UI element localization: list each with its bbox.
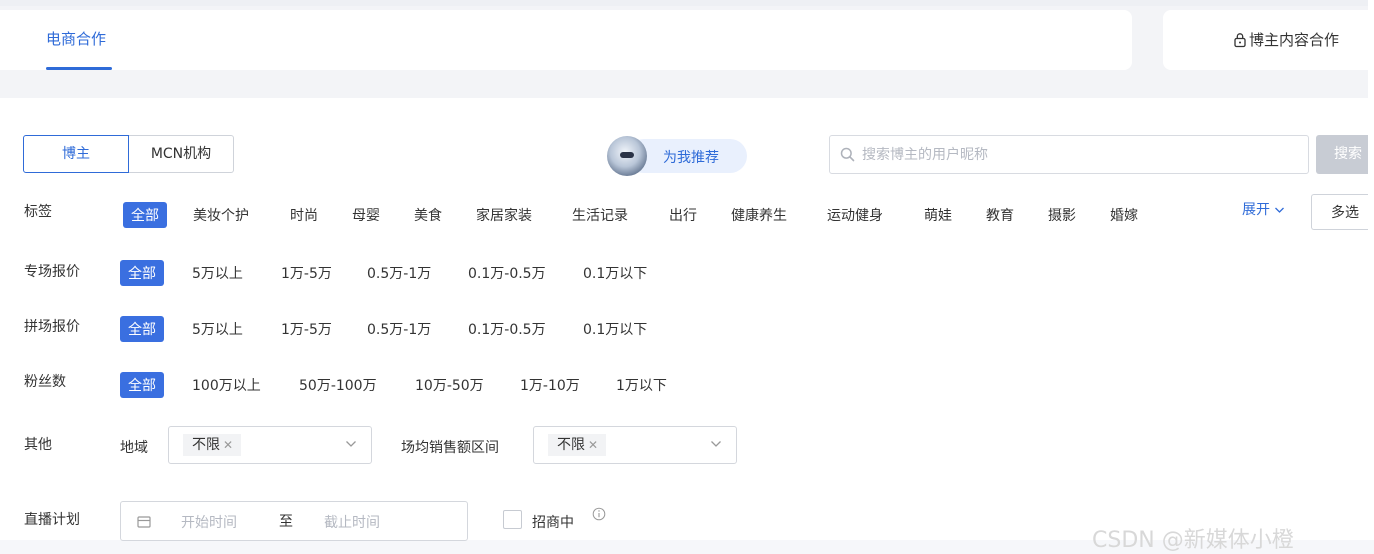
multi-select-button[interactable]: 多选 <box>1311 194 1368 230</box>
fans-option[interactable]: 1万以下 <box>616 375 667 395</box>
expand-toggle[interactable]: 展开 <box>1242 199 1285 219</box>
tag-option[interactable]: 萌娃 <box>924 205 952 225</box>
date-separator: 至 <box>279 514 293 530</box>
combined-price-option[interactable]: 0.1万-0.5万 <box>468 319 546 339</box>
combined-price-option[interactable]: 0.1万以下 <box>583 319 647 339</box>
segment-mcn[interactable]: MCN机构 <box>129 135 234 173</box>
tab-ecommerce[interactable]: 电商合作 <box>46 28 106 49</box>
tag-option[interactable]: 健康养生 <box>731 205 787 225</box>
recommend-label: 为我推荐 <box>663 150 719 166</box>
search-icon <box>840 147 855 162</box>
tag-option[interactable]: 运动健身 <box>827 205 883 225</box>
search-input[interactable] <box>862 136 1292 173</box>
tag-option[interactable]: 时尚 <box>290 205 318 225</box>
combined-price-option[interactable]: 0.5万-1万 <box>367 319 431 339</box>
chevron-down-icon <box>346 441 356 447</box>
end-date-field[interactable]: 截止时间 <box>324 512 380 532</box>
tab-creator-label: 博主内容合作 <box>1249 31 1340 49</box>
close-icon[interactable]: ✕ <box>223 438 233 452</box>
region-label: 地域 <box>120 440 148 456</box>
other-label: 其他 <box>24 437 52 453</box>
fans-option-all[interactable]: 全部 <box>120 372 164 398</box>
region-tag: 不限 ✕ <box>183 434 242 456</box>
fans-label: 粉丝数 <box>24 374 66 390</box>
start-date-field[interactable]: 开始时间 <box>181 512 237 532</box>
combined-price-option[interactable]: 5万以上 <box>192 319 243 339</box>
tag-option[interactable]: 教育 <box>986 205 1014 225</box>
tag-option[interactable]: 出行 <box>669 205 697 225</box>
search-button[interactable]: 搜索 <box>1316 135 1368 174</box>
sales-range-tag-label: 不限 <box>557 437 585 453</box>
watermark: CSDN @新媒体小橙 <box>1092 528 1294 553</box>
expand-label: 展开 <box>1242 202 1270 218</box>
region-select[interactable]: 不限 ✕ <box>168 426 372 464</box>
tag-option[interactable]: 摄影 <box>1048 205 1076 225</box>
ecommerce-tab-card <box>0 10 1132 70</box>
search-box <box>829 135 1309 174</box>
tab-creator-content[interactable]: 博主内容合作 <box>1233 29 1339 50</box>
tag-option[interactable]: 家居家装 <box>476 205 532 225</box>
fans-option[interactable]: 100万以上 <box>192 375 261 395</box>
combined-price-option[interactable]: 1万-5万 <box>281 319 332 339</box>
sales-range-select[interactable]: 不限 ✕ <box>533 426 737 464</box>
top-strip <box>0 0 1374 6</box>
tag-option[interactable]: 美食 <box>414 205 442 225</box>
info-icon[interactable] <box>592 507 606 521</box>
special-price-option[interactable]: 5万以上 <box>192 263 243 283</box>
close-icon[interactable]: ✕ <box>588 438 598 452</box>
recommend-button[interactable]: 为我推荐 <box>607 136 747 176</box>
tag-option[interactable]: 母婴 <box>352 205 380 225</box>
calendar-icon <box>137 516 151 528</box>
fans-option[interactable]: 10万-50万 <box>415 375 484 395</box>
recruiting-label[interactable]: 招商中 <box>532 512 574 532</box>
special-price-option[interactable]: 1万-5万 <box>281 263 332 283</box>
tags-row-label: 标签 <box>24 204 52 220</box>
chevron-down-icon <box>1275 207 1285 213</box>
combined-price-option-all[interactable]: 全部 <box>120 316 164 342</box>
tag-option[interactable]: 美妆个护 <box>193 205 249 225</box>
account-type-switch: 博主 MCN机构 <box>23 135 234 173</box>
lock-icon <box>1234 32 1246 47</box>
recruiting-checkbox[interactable] <box>503 510 522 529</box>
chevron-down-icon <box>711 441 721 447</box>
combined-price-label: 拼场报价 <box>24 319 80 335</box>
tab-active-indicator <box>46 67 112 70</box>
robot-avatar-icon <box>607 136 647 176</box>
right-gutter <box>1368 0 1374 540</box>
special-price-option[interactable]: 0.1万以下 <box>583 263 647 283</box>
sales-range-tag: 不限 ✕ <box>548 434 607 456</box>
special-price-option-all[interactable]: 全部 <box>120 260 164 286</box>
live-plan-label: 直播计划 <box>24 512 80 528</box>
region-tag-label: 不限 <box>192 437 220 453</box>
tag-option[interactable]: 生活记录 <box>572 205 628 225</box>
tag-option-all[interactable]: 全部 <box>123 202 167 228</box>
fans-option[interactable]: 50万-100万 <box>299 375 377 395</box>
special-price-option[interactable]: 0.1万-0.5万 <box>468 263 546 283</box>
special-price-option[interactable]: 0.5万-1万 <box>367 263 431 283</box>
special-price-label: 专场报价 <box>24 264 80 280</box>
tag-option[interactable]: 婚嫁 <box>1110 205 1138 225</box>
date-range-picker[interactable]: 开始时间 至 截止时间 <box>120 501 468 541</box>
sales-range-label: 场均销售额区间 <box>401 440 499 456</box>
segment-blogger[interactable]: 博主 <box>23 135 129 173</box>
fans-option[interactable]: 1万-10万 <box>520 375 580 395</box>
